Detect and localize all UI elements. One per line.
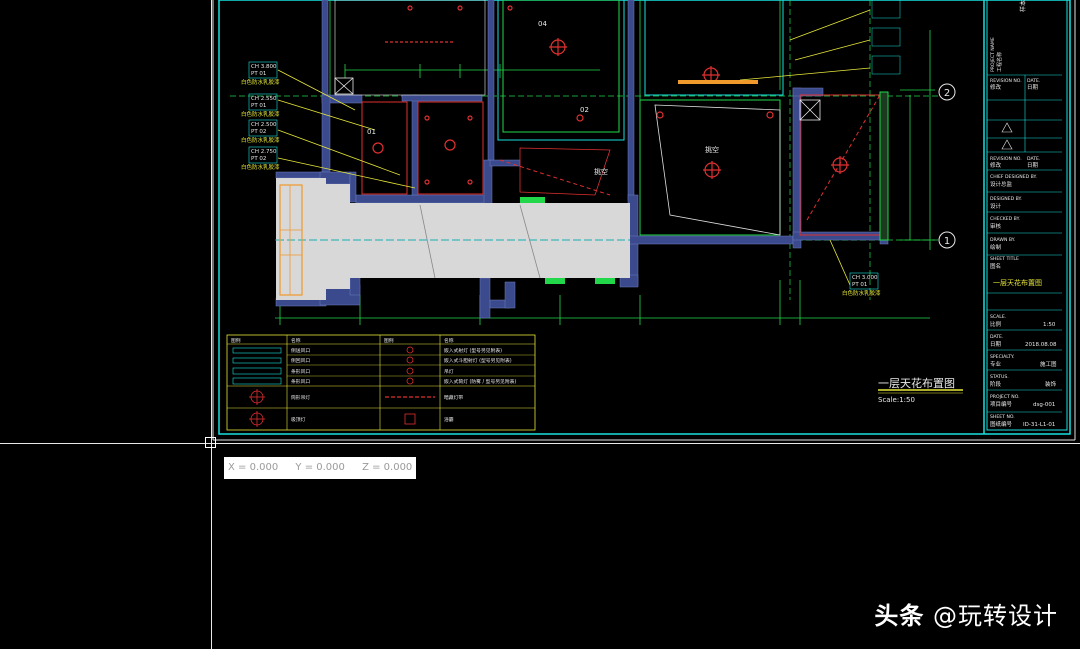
ceiling-tag-1-mat: 白色防水乳胶漆 bbox=[241, 78, 280, 86]
chief: 设计总监 bbox=[990, 180, 1013, 188]
cursor-pickbox bbox=[205, 437, 216, 448]
floor-plan-drawing[interactable]: CH 3.800 PT 01 白色防水乳胶漆 CH 2.550 PT 01 白色… bbox=[0, 0, 1080, 649]
project-no-cn: 项目编号 bbox=[990, 400, 1013, 408]
status-cn: 阶段 bbox=[990, 380, 1002, 388]
ceiling-tag-5-mat: 白色防水乳胶漆 bbox=[842, 289, 881, 297]
drawing-title-block: 一层天花布置图 Scale:1:50 bbox=[878, 377, 963, 404]
drawn: 绘制 bbox=[990, 243, 1002, 251]
specialty-label: SPECIALTY. bbox=[990, 354, 1014, 360]
designed: 设计 bbox=[990, 202, 1002, 210]
title-block: PROJECT NAME 工程名称 样本 REVISION NO. DATE. … bbox=[987, 0, 1062, 428]
legend-name-row1-b: 嵌入式射灯 (型号另见附表) bbox=[444, 347, 502, 354]
sheet-title-value: 一层天花布置图 bbox=[993, 278, 1042, 287]
drawing-scale: Scale:1:50 bbox=[878, 396, 915, 404]
crosshair-horizontal bbox=[0, 443, 1080, 444]
axis-marker-2: 2 bbox=[944, 88, 950, 99]
legend-name-row2-b: 嵌入式斗胆射灯 (型号另见附表) bbox=[444, 357, 512, 364]
specialty-cn: 专业 bbox=[990, 360, 1002, 368]
scale-label: SCALE. bbox=[990, 314, 1006, 320]
ceiling-tag-3-pt: PT 02 bbox=[251, 129, 266, 135]
scale-value: 1:50 bbox=[1043, 322, 1056, 328]
coordinate-readout: X = 0.000 Y = 0.000 Z = 0.000 bbox=[224, 457, 416, 479]
linear-light bbox=[678, 80, 758, 84]
legend-name-row6-b: 浴霸 bbox=[444, 416, 454, 423]
ceiling-tag-2-pt: PT 01 bbox=[251, 103, 266, 109]
date-short: 日期 bbox=[1027, 84, 1039, 91]
watermark: 头条 @玩转设计 bbox=[874, 596, 1058, 631]
legend-name-row5-a: 筒形吊灯 bbox=[291, 394, 310, 401]
checked: 审核 bbox=[990, 222, 1002, 230]
watermark-brand: 头条 bbox=[874, 602, 925, 630]
ceiling-tag-3-ch: CH 2.500 bbox=[251, 122, 277, 128]
legend-header-symbol-1: 图例 bbox=[231, 337, 241, 344]
watermark-handle: @玩转设计 bbox=[933, 602, 1058, 630]
sheet-no-cn: 图纸编号 bbox=[990, 420, 1013, 428]
coord-x: X = 0.000 bbox=[228, 462, 279, 473]
ceiling-tag-5-pt: PT 01 bbox=[852, 282, 867, 288]
sheet-no-value: ID-31-L1-01 bbox=[1023, 422, 1055, 428]
drawing-title: 一层天花布置图 bbox=[878, 377, 955, 390]
legend-name-row4-a: 条形风口 bbox=[291, 378, 310, 385]
cad-model-space[interactable]: CH 3.800 PT 01 白色防水乳胶漆 CH 2.550 PT 01 白色… bbox=[0, 0, 1080, 649]
room-label-01: 01 bbox=[367, 128, 376, 136]
legend-name-row2-a: 侧回风口 bbox=[291, 357, 310, 364]
coord-z: Z = 0.000 bbox=[362, 462, 413, 473]
legend-name-row6-a: 吸顶灯 bbox=[291, 416, 306, 423]
axis-markers: 2 1 bbox=[938, 83, 956, 249]
scale-cn: 比例 bbox=[990, 320, 1002, 328]
revision: 修改 bbox=[990, 83, 1002, 91]
drawn-label: DRAWN BY. bbox=[990, 237, 1015, 243]
legend-name-row3-a: 条形风口 bbox=[291, 368, 310, 375]
date-value: 2018.08.08 bbox=[1025, 342, 1057, 348]
ceiling-tag-2-ch: CH 2.550 bbox=[251, 96, 277, 102]
legend-header-symbol-2: 图例 bbox=[384, 337, 394, 344]
project-no-value: dsg-001 bbox=[1033, 402, 1055, 408]
room-label-02: 02 bbox=[580, 106, 589, 114]
axis-marker-1: 1 bbox=[944, 236, 950, 247]
legend-table: 图例 名称 图例 名称 侧送风口 嵌入式射灯 (型号另见附表) 侧回风口 嵌入式… bbox=[226, 334, 536, 431]
sheet-title-label: SHEET TITLE bbox=[990, 256, 1019, 262]
ceiling-tag-1-ch: CH 3.800 bbox=[251, 64, 277, 70]
sheet-title: 图名 bbox=[990, 262, 1001, 270]
room-label-04: 04 bbox=[538, 20, 547, 28]
status-value: 装饰 bbox=[1045, 380, 1057, 388]
project-no-label: PROJECT NO. bbox=[990, 394, 1020, 400]
checked-label: CHECKED BY. bbox=[990, 216, 1020, 222]
revision-2: 修改 bbox=[990, 161, 1002, 169]
revision-label: REVISION NO. bbox=[990, 78, 1022, 84]
specialty-value: 施工图 bbox=[1040, 360, 1057, 368]
top-tag: 样本 bbox=[1019, 0, 1027, 12]
room-label-void-2: 挑空 bbox=[705, 145, 719, 154]
coord-y: Y = 0.000 bbox=[295, 462, 345, 473]
status-label: STATUS. bbox=[990, 374, 1009, 380]
ceiling-tag-1-pt: PT 01 bbox=[251, 71, 266, 77]
legend-name-row3-b: 吊灯 bbox=[444, 368, 454, 375]
ceiling-tag-4-ch: CH 2.750 bbox=[251, 149, 277, 155]
chief-label: CHIEF DESIGNED BY. bbox=[990, 174, 1037, 180]
sheet-no-label: SHEET NO. bbox=[990, 414, 1015, 420]
legend-name-row4-b: 嵌入式筒灯 (防雾 / 型号另见附表) bbox=[444, 378, 516, 385]
room-label-void-1: 挑空 bbox=[594, 167, 608, 176]
ceiling-tag-3-mat: 白色防水乳胶漆 bbox=[241, 136, 280, 144]
project-name: 工程名称 bbox=[996, 52, 1003, 72]
date-short-2: 日期 bbox=[1027, 162, 1039, 169]
ceiling-tag-4-pt: PT 02 bbox=[251, 156, 266, 162]
date-label-2: DATE. bbox=[1027, 156, 1040, 162]
revision-label-2: REVISION NO. bbox=[990, 156, 1022, 162]
crosshair-vertical bbox=[211, 0, 212, 649]
designed-label: DESIGNED BY. bbox=[990, 196, 1022, 202]
legend-name-row5-b: 暗藏灯带 bbox=[444, 394, 463, 401]
legend-header-name-1: 名称 bbox=[291, 337, 301, 344]
ceiling-tag-5-ch: CH 3.000 bbox=[852, 275, 878, 281]
ceiling-tag-4-mat: 白色防水乳胶漆 bbox=[241, 163, 280, 171]
legend-name-row1-a: 侧送风口 bbox=[291, 347, 310, 354]
date-label: DATE. bbox=[1027, 78, 1040, 84]
date2-label: DATE. bbox=[990, 334, 1003, 340]
ceiling-tag-2-mat: 白色防水乳胶漆 bbox=[241, 110, 280, 118]
date2-cn: 日期 bbox=[990, 341, 1002, 348]
project-name-label: PROJECT NAME bbox=[990, 37, 996, 72]
legend-header-name-2: 名称 bbox=[444, 337, 454, 344]
